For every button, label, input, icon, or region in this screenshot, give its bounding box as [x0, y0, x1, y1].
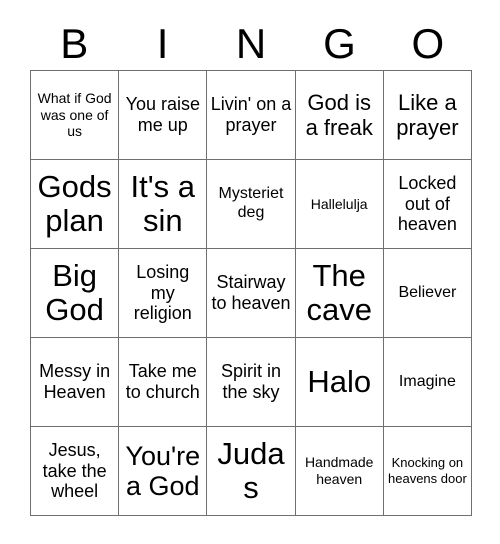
bingo-cell-label: Mysteriet deg [218, 185, 284, 221]
bingo-cell-n4[interactable]: Spirit in the sky [207, 338, 296, 427]
bingo-cell-label: What if God was one of us [37, 89, 112, 140]
bingo-cell-label: Imagine [398, 372, 456, 390]
bingo-cell-g1[interactable]: God is a freak [295, 71, 384, 160]
bingo-cell-o1[interactable]: Like a prayer [383, 71, 472, 160]
bingo-cell-b5[interactable]: Jesus, take the wheel [31, 427, 120, 516]
bingo-cell-label: Handmade heaven [304, 454, 374, 487]
bingo-cell-b2[interactable]: Gods plan [31, 160, 120, 249]
bingo-cell-label: Messy in Heaven [39, 361, 111, 402]
bingo-header-letter-o: O [411, 20, 445, 67]
bingo-cell-o2[interactable]: Locked out of heaven [383, 160, 472, 249]
bingo-cell-label: Halo [307, 363, 372, 399]
bingo-cell-label: Locked out of heaven [397, 172, 457, 235]
bingo-grid: What if God was one of us You raise me u… [30, 70, 472, 516]
bingo-cell-b4[interactable]: Messy in Heaven [31, 338, 120, 427]
bingo-header-letter-g: G [323, 20, 356, 67]
bingo-card: B I N G O What if God was one of us You … [0, 0, 500, 544]
bingo-header-letter-b: B [60, 20, 89, 67]
bingo-cell-label: Gods plan [37, 168, 112, 238]
bingo-cell-i3[interactable]: Losing my religion [119, 249, 208, 338]
bingo-cell-g3[interactable]: The cave [295, 249, 384, 338]
bingo-cell-n2[interactable]: Mysteriet deg [207, 160, 296, 249]
bingo-cell-label: Believer [398, 283, 457, 301]
bingo-cell-b3[interactable]: Big God [31, 249, 120, 338]
bingo-cell-n5[interactable]: Judas [207, 427, 296, 516]
bingo-cell-label: Spirit in the sky [220, 361, 281, 402]
bingo-cell-label: Judas [217, 435, 285, 505]
bingo-cell-label: Knocking on heavens door [388, 455, 467, 486]
bingo-cell-label: Jesus, take the wheel [42, 439, 107, 502]
bingo-header-letter-i: I [156, 20, 169, 67]
bingo-cell-label: You raise me up [125, 94, 200, 135]
bingo-cell-label: Hallelulja [310, 195, 368, 212]
bingo-cell-n3[interactable]: Stairway to heaven [207, 249, 296, 338]
bingo-cell-i2[interactable]: It's a sin [119, 160, 208, 249]
bingo-cell-label: Take me to church [125, 361, 200, 402]
bingo-cell-label: The cave [306, 257, 372, 327]
bingo-cell-o3[interactable]: Believer [383, 249, 472, 338]
bingo-cell-g2[interactable]: Hallelulja [295, 160, 384, 249]
bingo-cell-label: Like a prayer [396, 89, 459, 140]
bingo-cell-label: It's a sin [130, 168, 196, 238]
bingo-header-row: B I N G O [30, 18, 472, 70]
bingo-cell-o4[interactable]: Imagine [383, 338, 472, 427]
bingo-cell-i5[interactable]: You're a God [119, 427, 208, 516]
bingo-cell-i4[interactable]: Take me to church [119, 338, 208, 427]
bingo-cell-b1[interactable]: What if God was one of us [31, 71, 120, 160]
bingo-header-letter-n: N [235, 20, 267, 67]
bingo-cell-o5[interactable]: Knocking on heavens door [383, 427, 472, 516]
bingo-cell-label: Losing my religion [133, 261, 192, 324]
bingo-cell-label: Big God [45, 257, 104, 327]
bingo-cell-g5[interactable]: Handmade heaven [295, 427, 384, 516]
bingo-cell-g4[interactable]: Halo [295, 338, 384, 427]
bingo-cell-label: Stairway to heaven [211, 272, 291, 313]
bingo-cell-label: God is a freak [305, 89, 373, 140]
bingo-cell-n1[interactable]: Livin' on a prayer [207, 71, 296, 160]
bingo-cell-label: Livin' on a prayer [210, 94, 292, 135]
bingo-cell-label: You're a God [125, 440, 201, 501]
bingo-cell-i1[interactable]: You raise me up [119, 71, 208, 160]
